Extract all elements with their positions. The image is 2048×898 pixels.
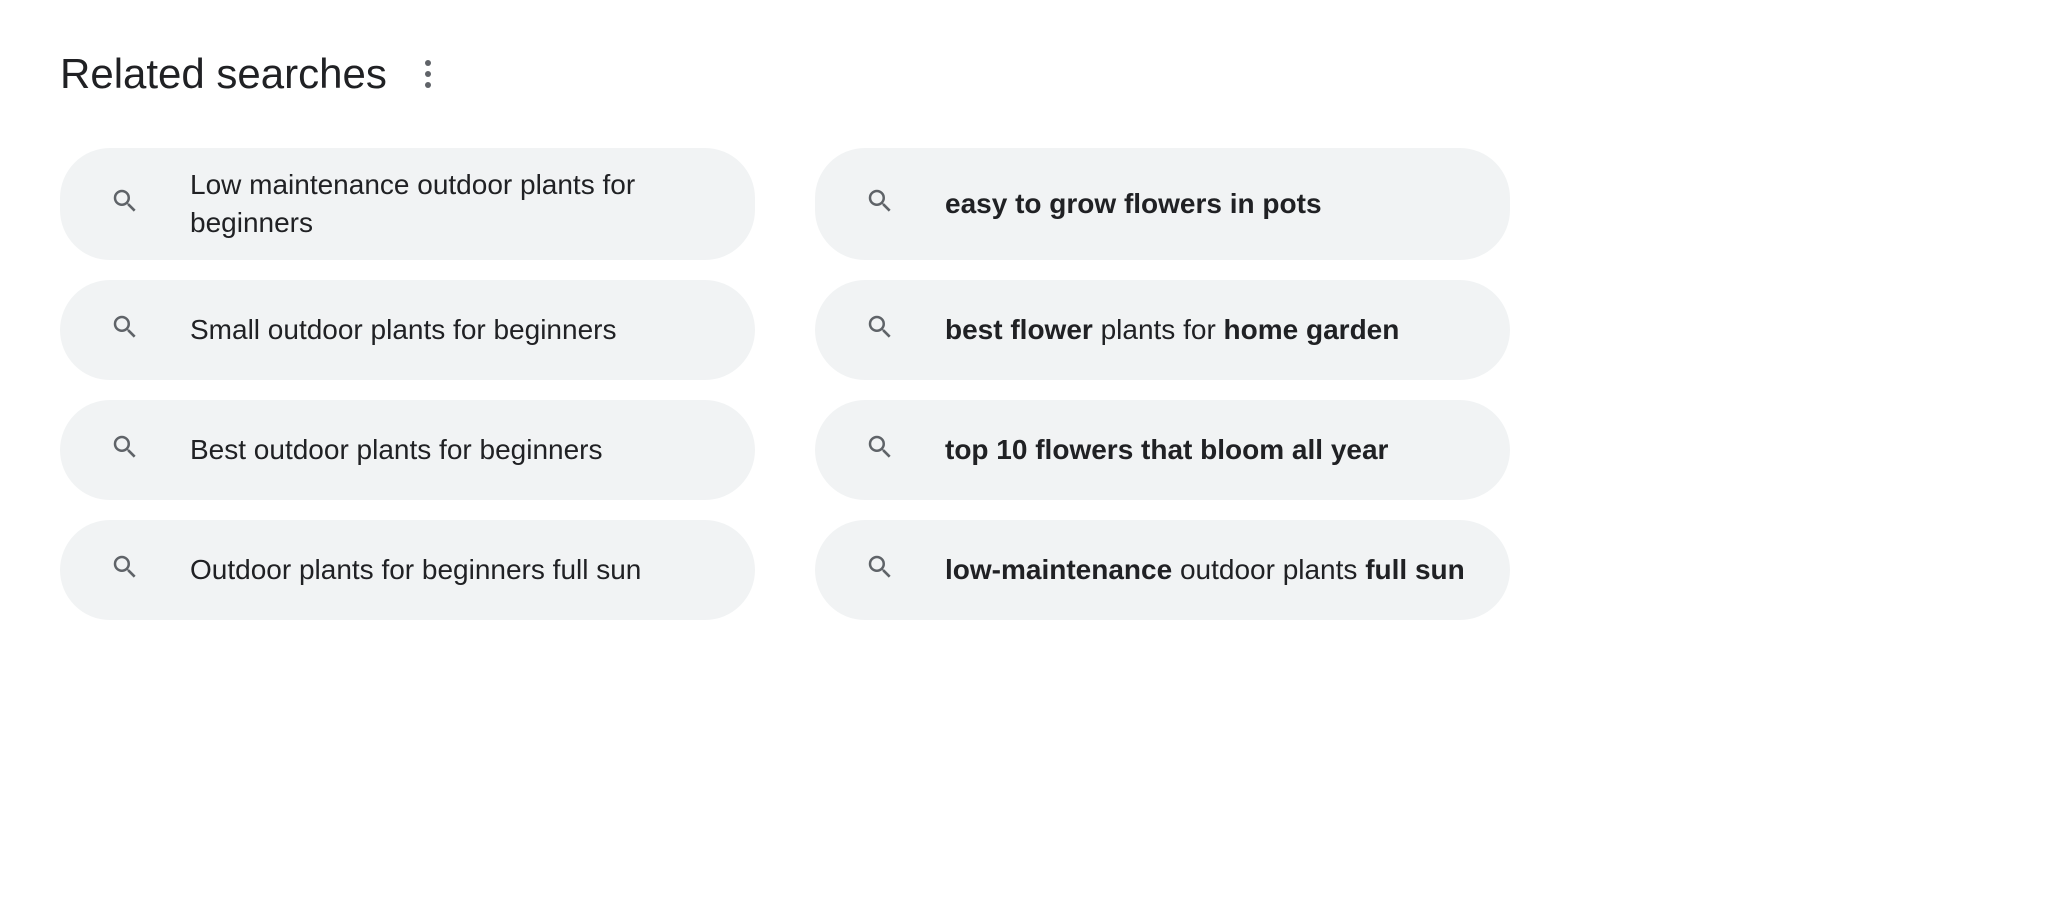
related-search-text: best flower plants for home garden	[945, 311, 1399, 349]
related-search-item[interactable]: Low maintenance outdoor plants for begin…	[60, 148, 755, 260]
search-icon	[865, 312, 895, 347]
search-icon	[110, 552, 140, 587]
related-search-item[interactable]: Best outdoor plants for beginners	[60, 400, 755, 500]
more-options-icon[interactable]	[417, 52, 439, 96]
related-search-text: Small outdoor plants for beginners	[190, 311, 616, 349]
related-search-text: easy to grow flowers in pots	[945, 185, 1322, 223]
related-search-text: Outdoor plants for beginners full sun	[190, 551, 641, 589]
related-search-text: top 10 flowers that bloom all year	[945, 431, 1388, 469]
related-search-item[interactable]: Small outdoor plants for beginners	[60, 280, 755, 380]
search-icon	[865, 186, 895, 221]
search-icon	[110, 186, 140, 221]
related-searches-grid: Low maintenance outdoor plants for begin…	[60, 148, 1510, 620]
related-searches-header: Related searches	[60, 50, 1988, 98]
search-icon	[865, 432, 895, 467]
related-search-text: low-maintenance outdoor plants full sun	[945, 551, 1465, 589]
related-search-text: Low maintenance outdoor plants for begin…	[190, 166, 725, 242]
related-search-item[interactable]: best flower plants for home garden	[815, 280, 1510, 380]
search-icon	[110, 312, 140, 347]
related-search-item[interactable]: easy to grow flowers in pots	[815, 148, 1510, 260]
search-icon	[865, 552, 895, 587]
related-search-item[interactable]: low-maintenance outdoor plants full sun	[815, 520, 1510, 620]
related-search-item[interactable]: Outdoor plants for beginners full sun	[60, 520, 755, 620]
related-search-text: Best outdoor plants for beginners	[190, 431, 602, 469]
search-icon	[110, 432, 140, 467]
related-searches-heading: Related searches	[60, 50, 387, 98]
related-search-item[interactable]: top 10 flowers that bloom all year	[815, 400, 1510, 500]
